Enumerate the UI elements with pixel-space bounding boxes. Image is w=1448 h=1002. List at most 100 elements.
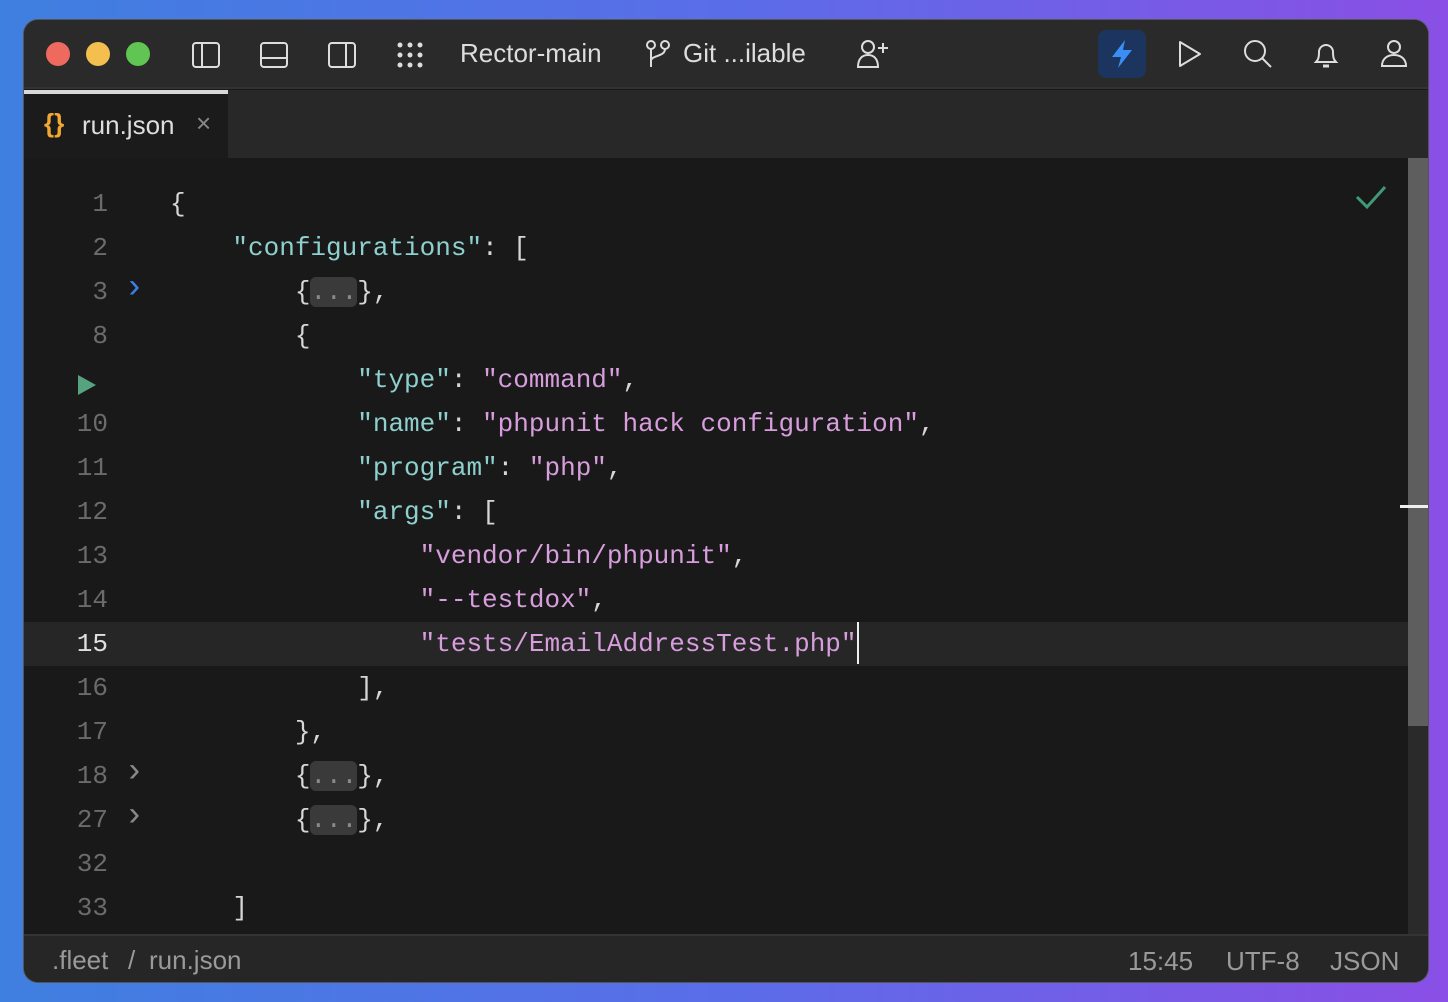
code-token: , <box>606 453 623 483</box>
code-text: "name": "phpunit hack configuration", <box>170 402 934 446</box>
file-language[interactable]: JSON <box>1330 946 1399 977</box>
fold-chevron-icon[interactable]: › <box>124 751 144 795</box>
code-line[interactable]: 32 <box>24 842 1408 886</box>
text-cursor <box>856 622 859 664</box>
file-encoding[interactable]: UTF-8 <box>1226 946 1300 977</box>
code-token: "args" <box>357 497 451 527</box>
line-number: 10 <box>76 409 108 439</box>
code-token: }, <box>357 805 389 835</box>
code-token: ], <box>170 673 389 703</box>
account-icon[interactable] <box>1378 38 1410 70</box>
code-token: "configurations" <box>232 233 483 263</box>
line-number: 2 <box>92 233 108 263</box>
code-line[interactable]: 33 ] <box>24 886 1408 930</box>
collapsed-region[interactable]: ... <box>310 277 358 307</box>
collapsed-region[interactable]: ... <box>310 805 358 835</box>
code-line[interactable]: 8 { <box>24 314 1408 358</box>
line-number: 32 <box>76 849 108 879</box>
collapsed-region[interactable]: ... <box>310 761 358 791</box>
code-text: ] <box>170 886 248 930</box>
code-text: ], <box>170 666 388 710</box>
line-number: 15 <box>76 629 108 659</box>
bottom-panel-toggle-icon[interactable] <box>258 40 290 70</box>
code-line[interactable]: 18 › {...}, <box>24 754 1408 798</box>
code-editor[interactable]: 1{2 "configurations": [3 › {...}, 8 { "typ… <box>24 158 1428 934</box>
json-file-icon: {} <box>44 108 65 138</box>
code-text: {...}, <box>170 270 388 314</box>
code-line[interactable]: 14 "--testdox", <box>24 578 1408 622</box>
code-token: "name" <box>357 409 451 439</box>
code-line[interactable]: "type": "command", <box>24 358 1408 402</box>
tab-run-json[interactable]: {} run.json × <box>24 90 228 158</box>
code-line[interactable]: 16 ], <box>24 666 1408 710</box>
caret-position-marker <box>1400 505 1428 508</box>
minimize-window-button[interactable] <box>86 42 110 66</box>
title-bar: Rector-main Git ...ilable <box>24 20 1428 89</box>
code-line[interactable]: 11 "program": "php", <box>24 446 1408 490</box>
code-line[interactable]: 15 "tests/EmailAddressTest.php" <box>24 622 1408 666</box>
search-icon[interactable] <box>1242 38 1274 70</box>
left-panel-toggle-icon[interactable] <box>190 40 222 70</box>
line-number: 12 <box>76 497 108 527</box>
fold-chevron-icon[interactable]: › <box>124 267 144 311</box>
add-user-icon[interactable] <box>856 38 890 70</box>
line-number: 17 <box>76 717 108 747</box>
notifications-bell-icon[interactable] <box>1310 38 1342 70</box>
code-token: : [ <box>482 233 529 263</box>
apps-grid-icon[interactable] <box>394 40 426 70</box>
code-text: "args": [ <box>170 490 498 534</box>
code-token: , <box>731 541 748 571</box>
code-token: "phpunit hack configuration" <box>482 409 919 439</box>
line-number: 16 <box>76 673 108 703</box>
code-line[interactable]: 2 "configurations": [ <box>24 226 1408 270</box>
editor-window: Rector-main Git ...ilable {} run.json × … <box>24 20 1428 982</box>
status-bar: .fleet / run.json 15:45 UTF-8 JSON <box>24 934 1428 982</box>
code-line[interactable]: 12 "args": [ <box>24 490 1408 534</box>
code-text: "tests/EmailAddressTest.php" <box>170 622 859 666</box>
code-token: }, <box>170 717 327 747</box>
code-text: "program": "php", <box>170 446 623 490</box>
code-line[interactable]: 17 }, <box>24 710 1408 754</box>
code-text: { <box>170 314 311 358</box>
code-text: { <box>170 182 186 226</box>
code-token: : <box>450 409 483 439</box>
scrollbar-thumb[interactable] <box>1408 158 1428 726</box>
code-token: "php" <box>528 453 607 483</box>
lightning-ai-button[interactable] <box>1098 30 1146 78</box>
cursor-position[interactable]: 15:45 <box>1128 946 1193 977</box>
breadcrumb-file[interactable]: run.json <box>149 945 242 976</box>
code-token: { <box>170 805 311 835</box>
vertical-scrollbar[interactable] <box>1408 158 1428 934</box>
breadcrumb-folder[interactable]: .fleet <box>52 945 108 976</box>
code-token: { <box>170 189 186 219</box>
code-token: "tests/EmailAddressTest.php" <box>419 629 857 659</box>
code-line[interactable]: 27 › {...}, <box>24 798 1408 842</box>
close-window-button[interactable] <box>46 42 70 66</box>
code-line[interactable]: 13 "vendor/bin/phpunit", <box>24 534 1408 578</box>
code-line[interactable]: 10 "name": "phpunit hack configuration", <box>24 402 1408 446</box>
code-text: "type": "command", <box>170 358 638 402</box>
code-token: "--testdox" <box>419 585 592 615</box>
close-tab-icon[interactable]: × <box>196 108 211 139</box>
code-line[interactable]: 1{ <box>24 182 1408 226</box>
maximize-window-button[interactable] <box>126 42 150 66</box>
run-icon[interactable] <box>1174 38 1206 70</box>
code-token: }, <box>357 277 389 307</box>
no-problems-check-icon <box>1354 184 1388 215</box>
fold-chevron-icon[interactable]: › <box>124 795 144 839</box>
line-number: 1 <box>92 189 108 219</box>
code-line[interactable]: 3 › {...}, <box>24 270 1408 314</box>
code-token: : [ <box>450 497 498 527</box>
code-token: : <box>497 453 529 483</box>
line-number: 8 <box>92 321 108 351</box>
git-status[interactable]: Git ...ilable <box>683 38 806 69</box>
right-panel-toggle-icon[interactable] <box>326 40 358 70</box>
code-text: "vendor/bin/phpunit", <box>170 534 748 578</box>
code-text: "configurations": [ <box>170 226 529 270</box>
code-token: "type" <box>357 365 451 395</box>
project-name[interactable]: Rector-main <box>460 38 602 69</box>
